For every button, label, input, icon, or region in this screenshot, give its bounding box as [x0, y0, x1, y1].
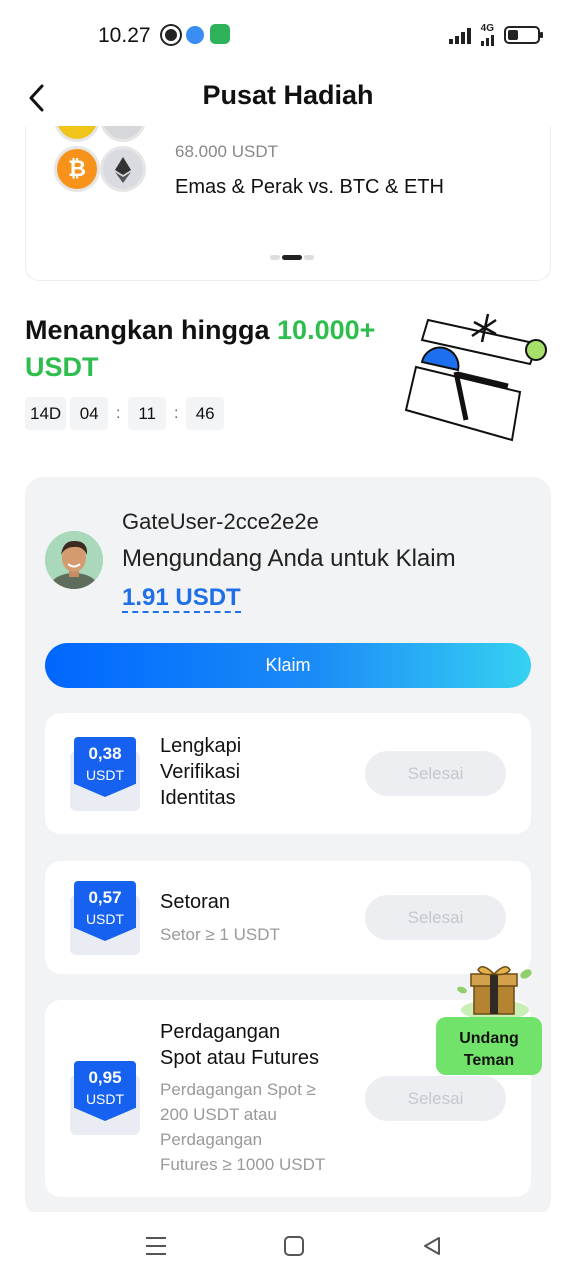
silver-coin-icon	[100, 126, 146, 142]
status-indicators: 4G	[448, 24, 543, 46]
back-nav-button[interactable]	[412, 1228, 452, 1264]
gold-coin-icon	[54, 126, 100, 142]
task-description-line: Perdagangan	[160, 1130, 263, 1149]
invite-reward-amount[interactable]: 1.91 USDT	[122, 585, 241, 613]
carousel-pagination	[270, 255, 314, 260]
back-triangle-icon	[424, 1237, 440, 1255]
status-bar: 10.27 4G	[0, 0, 576, 70]
claim-button[interactable]: Klaim	[45, 643, 531, 688]
coin-cluster-icon: ₿	[54, 126, 150, 200]
reward-unit: USDT	[85, 767, 125, 783]
task-title: Lengkapi Verifikasi Identitas	[160, 733, 241, 811]
menu-icon	[146, 1237, 166, 1255]
task-card-identity-verification: 0,38 USDT Lengkapi Verifikasi Identitas …	[45, 713, 531, 834]
task-status-button[interactable]: Selesai	[365, 895, 506, 940]
bitcoin-icon: ₿	[54, 146, 100, 192]
promo-headline-amount: 10.000+	[277, 315, 376, 345]
promo-headline: Menangkan hingga 10.000+ USDT	[25, 312, 405, 386]
countdown-seconds: 46	[186, 397, 225, 430]
task-title: Setoran	[160, 891, 231, 913]
home-button[interactable]	[274, 1228, 314, 1264]
avatar	[45, 531, 103, 589]
task-title-line: Identitas	[160, 787, 236, 809]
security-notification-icon	[210, 24, 230, 44]
signal-icon-secondary	[480, 34, 494, 46]
reward-value: 0,57	[88, 888, 122, 907]
home-square-icon	[284, 1236, 304, 1256]
invite-friends-button[interactable]: Undang Teman	[436, 1017, 542, 1075]
task-title-line: Verifikasi	[160, 761, 241, 783]
countdown-minutes: 11	[128, 397, 167, 430]
task-description-line: Futures ≥ 1000 USDT	[160, 1155, 326, 1174]
task-title-line: Perdagangan	[160, 1021, 281, 1043]
gift-icon	[457, 966, 532, 1020]
app-notification-icon	[162, 26, 180, 44]
carousel-prize-amount: 68.000 USDT	[175, 142, 278, 161]
page-header: Pusat Hadiah	[0, 70, 576, 126]
task-title: Perdagangan Spot atau Futures	[160, 1019, 319, 1071]
countdown-days: 14D	[25, 397, 67, 430]
task-description: Perdagangan Spot ≥ 200 USDT atau Perdaga…	[160, 1077, 325, 1177]
countdown-separator: :	[115, 404, 121, 422]
countdown-timer: 14D 04 : 11 : 46	[25, 397, 225, 430]
carousel-dot[interactable]	[270, 255, 280, 260]
menu-button[interactable]	[136, 1228, 176, 1264]
task-title-line: Lengkapi	[160, 735, 242, 757]
reward-unit: USDT	[85, 911, 125, 927]
carousel-dot[interactable]	[304, 255, 314, 260]
invite-panel: GateUser-2cce2e2e Mengundang Anda untuk …	[25, 477, 551, 1217]
ethereum-icon	[100, 146, 146, 192]
carousel-dot-active[interactable]	[282, 255, 302, 260]
promo-headline-suffix: USDT	[25, 352, 99, 382]
reward-badge: 0,95 USDT	[70, 1061, 140, 1135]
reward-value: 0,38	[88, 744, 122, 763]
signal-icon	[448, 26, 471, 44]
task-card-deposit: 0,57 USDT Setoran Setor ≥ 1 USDT Selesai	[45, 861, 531, 974]
gift-box-illustration	[404, 313, 547, 442]
reward-unit: USDT	[85, 1091, 125, 1107]
task-description: Setor ≥ 1 USDT	[160, 925, 280, 944]
carousel-title: Emas & Perak vs. BTC & ETH	[175, 176, 444, 198]
reward-badge: 0,38 USDT	[70, 737, 140, 811]
invite-message: Mengundang Anda untuk Klaim	[122, 545, 456, 572]
system-navigation-bar	[0, 1212, 576, 1280]
invite-friends-label-line1: Undang	[459, 1029, 519, 1047]
notification-icons	[162, 24, 230, 44]
promo-headline-prefix: Menangkan hingga	[25, 315, 278, 345]
page-title: Pusat Hadiah	[202, 80, 374, 110]
promo-carousel-card[interactable]: ₿ 68.000 USDT Emas & Perak vs. BTC & ETH	[25, 126, 551, 281]
battery-icon	[504, 26, 543, 44]
countdown-separator: :	[173, 404, 179, 422]
reward-badge: 0,57 USDT	[70, 881, 140, 955]
inviter-name: GateUser-2cce2e2e	[122, 509, 319, 534]
status-time: 10.27	[98, 24, 151, 47]
task-description-line: 200 USDT atau	[160, 1105, 277, 1124]
mobile-data-indicator: 4G	[481, 24, 494, 46]
invite-friends-label-line2: Teman	[463, 1051, 515, 1069]
invite-friends-floating[interactable]: Undang Teman	[436, 960, 546, 1080]
task-status-button[interactable]: Selesai	[365, 751, 506, 796]
task-status-button[interactable]: Selesai	[365, 1076, 506, 1121]
task-title-line: Spot atau Futures	[160, 1047, 319, 1069]
chat-notification-icon	[186, 26, 204, 44]
task-description-line: Perdagangan Spot ≥	[160, 1080, 316, 1099]
countdown-hours: 04	[70, 397, 109, 430]
reward-value: 0,95	[88, 1068, 122, 1087]
network-type: 4G	[480, 23, 494, 34]
